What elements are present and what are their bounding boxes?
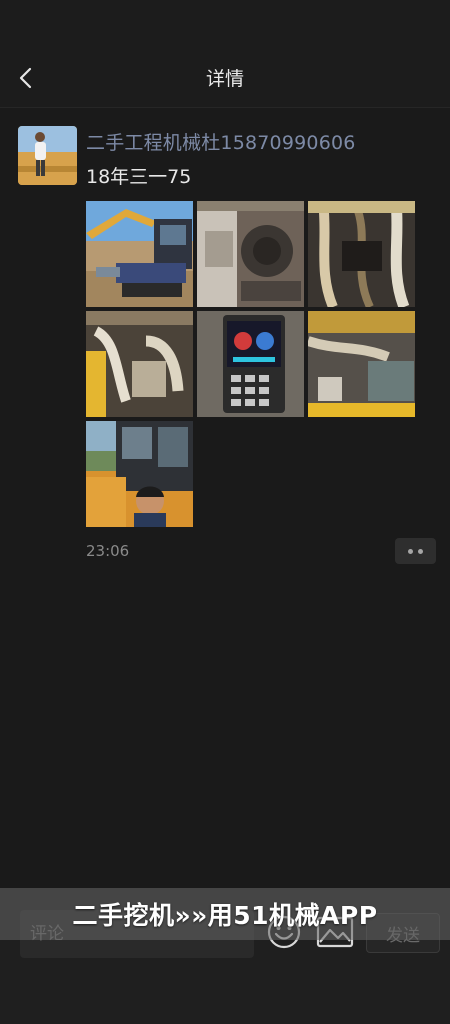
photo-excavator-site[interactable] [86, 201, 193, 307]
photo-engine-side[interactable] [308, 311, 415, 417]
top-nav-bar: 详情 [0, 0, 450, 108]
dot-icon [408, 548, 413, 554]
photo-hydraulic-hoses[interactable] [308, 201, 415, 307]
avatar[interactable] [18, 126, 77, 185]
page-title: 详情 [205, 68, 244, 90]
dot-icon [418, 548, 423, 554]
more-actions-button[interactable] [395, 538, 436, 564]
photo-engine-bay[interactable] [197, 201, 304, 307]
photo-cab-selfie[interactable] [86, 421, 193, 527]
post-text: 18年三一75 [86, 166, 192, 188]
photo-hydraulic-valves[interactable] [86, 311, 193, 417]
avatar-photo [18, 126, 77, 185]
photo-control-panel[interactable] [197, 311, 304, 417]
post-time: 23:06 [86, 542, 130, 560]
post-username[interactable]: 二手工程机械杜15870990606 [86, 128, 356, 155]
watermark-banner: 二手挖机»»用51机械APP [0, 888, 450, 940]
